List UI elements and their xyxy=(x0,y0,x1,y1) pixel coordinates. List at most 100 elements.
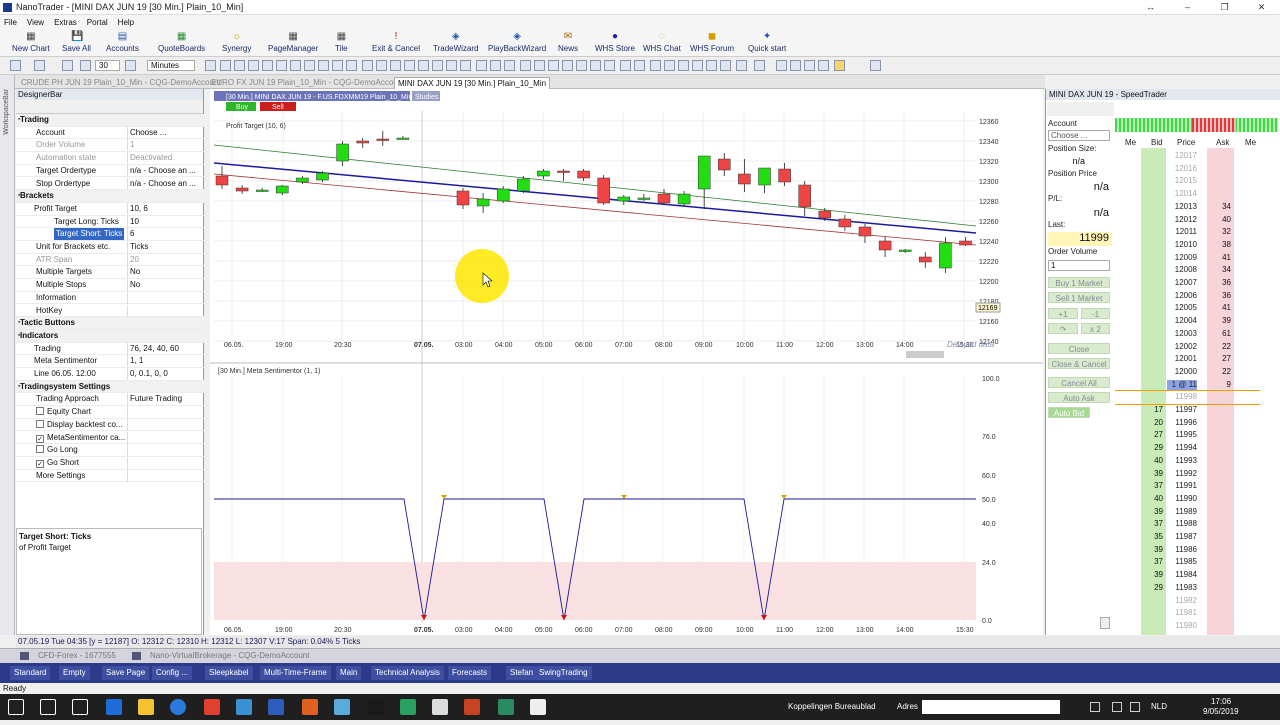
property-row-trading[interactable]: Trading 76, 24, 40, 60 xyxy=(16,342,204,356)
interval-value-field[interactable]: 30 xyxy=(95,60,120,71)
ladder-row[interactable]: 39 11986 xyxy=(1115,544,1280,557)
workspace-tab-swingtrading[interactable]: SwingTrading xyxy=(535,666,592,680)
taskbar-app-icon[interactable] xyxy=(302,699,318,715)
price-level[interactable]: 11989 xyxy=(1167,506,1197,519)
ladder-row[interactable]: 35 11987 xyxy=(1115,531,1280,544)
ladder-row[interactable]: 12013 34 xyxy=(1115,201,1280,214)
price-level[interactable]: 11985 xyxy=(1167,556,1197,569)
property-value[interactable]: Future Trading xyxy=(130,393,202,405)
property-row-tradingsystem-settings[interactable]: ▪ Tradingsystem Settings xyxy=(16,380,204,394)
property-row-multiple-targets[interactable]: Multiple Targets No xyxy=(16,266,204,280)
taskbar-app-icon[interactable] xyxy=(530,699,546,715)
toolbar-tool-icon[interactable] xyxy=(562,60,573,71)
property-value[interactable]: Deactivated xyxy=(130,152,202,164)
bid-size[interactable]: 39 xyxy=(1141,506,1163,519)
workspace-tab-main[interactable]: Main xyxy=(336,666,362,680)
x-2-button[interactable]: x 2 xyxy=(1081,323,1110,334)
property-row-meta-sentimentor[interactable]: Meta Sentimentor 1, 1 xyxy=(16,355,204,368)
property-value[interactable]: 20 xyxy=(130,254,202,266)
bid-size[interactable]: 39 xyxy=(1141,569,1163,582)
toolbar-tool-icon[interactable] xyxy=(590,60,601,71)
property-value[interactable]: Choose ... xyxy=(130,127,202,139)
taskbar-app-icon[interactable] xyxy=(432,699,448,715)
maximize-button[interactable]: ❐ xyxy=(1206,0,1243,15)
price-level[interactable]: 11984 xyxy=(1167,569,1197,582)
-button[interactable]: ↷ xyxy=(1048,323,1078,334)
price-level[interactable]: 11983 xyxy=(1167,582,1197,595)
price-level[interactable]: 12002 xyxy=(1167,341,1197,354)
toolbar-tool-icon[interactable] xyxy=(834,60,845,71)
whs-chat-button[interactable]: ◌ WHS Chat xyxy=(643,31,681,53)
toolbar-tool-icon[interactable] xyxy=(125,60,136,71)
tray-icon[interactable] xyxy=(1112,702,1122,712)
toolbar-tool-icon[interactable] xyxy=(870,60,881,71)
property-value[interactable]: 0, 0.1, 0, 0 xyxy=(130,368,202,380)
bid-size[interactable]: 39 xyxy=(1141,468,1163,481)
workspace-tab-config[interactable]: Config ... xyxy=(152,666,193,680)
ask-size[interactable]: 22 xyxy=(1207,341,1231,354)
ladder-row[interactable]: 12017 xyxy=(1115,150,1280,163)
property-row-unit-for-brackets-etc[interactable]: Unit for Brackets etc. Ticks xyxy=(16,241,204,254)
bid-size[interactable]: 40 xyxy=(1141,455,1163,468)
toolbar-tool-icon[interactable] xyxy=(706,60,717,71)
toolbar-tool-icon[interactable] xyxy=(650,60,661,71)
taskbar-app-icon[interactable] xyxy=(400,699,416,715)
property-row-brackets[interactable]: ▪ Brackets xyxy=(16,190,204,203)
ladder-row[interactable]: 12011 32 xyxy=(1115,226,1280,239)
property-row-atr-span[interactable]: ATR Span 20 xyxy=(16,253,204,267)
menu-portal[interactable]: Portal xyxy=(87,18,108,27)
price-level[interactable]: 11986 xyxy=(1167,544,1197,557)
toolbar-tool-icon[interactable] xyxy=(460,60,471,71)
ladder-row[interactable]: 37 11985 xyxy=(1115,556,1280,569)
toolbar-tool-icon[interactable] xyxy=(304,60,315,71)
toolbar-tool-icon[interactable] xyxy=(534,60,545,71)
property-row-go-short[interactable]: ✓ Go Short xyxy=(16,456,204,470)
save-all-button[interactable]: 💾 Save All xyxy=(62,31,91,53)
property-row-go-long[interactable]: Go Long xyxy=(16,444,204,457)
ladder-row[interactable]: 29 11994 xyxy=(1115,442,1280,455)
workspace-tab-technical-analysis[interactable]: Technical Analysis xyxy=(371,666,444,680)
document-tab-3[interactable]: MINI DAX JUN 19 [30 Min.] Plain_10_Min xyxy=(394,77,551,89)
ladder-row[interactable]: 17 11997 xyxy=(1115,404,1280,417)
taskbar-app-icon[interactable] xyxy=(334,699,350,715)
toolbar-tool-icon[interactable] xyxy=(634,60,645,71)
property-value[interactable]: 10, 6 xyxy=(130,203,202,215)
toolbar-tool-icon[interactable] xyxy=(678,60,689,71)
price-level[interactable]: 12005 xyxy=(1167,302,1197,315)
workspace-tab-stefan[interactable]: Stefan xyxy=(506,666,538,680)
property-row-target-long-ticks[interactable]: Target Long: Ticks 10 xyxy=(16,215,204,229)
property-row-target-short-ticks[interactable]: Target Short: Ticks 6 xyxy=(16,228,204,241)
ask-size[interactable]: 41 xyxy=(1207,302,1231,315)
property-row-trading-approach[interactable]: Trading Approach Future Trading xyxy=(16,393,204,407)
toolbar-tool-icon[interactable] xyxy=(362,60,373,71)
toolbar-tool-icon[interactable] xyxy=(790,60,801,71)
price-level[interactable]: 12003 xyxy=(1167,328,1197,341)
workspace-tab-empty[interactable]: Empty xyxy=(59,666,90,680)
ladder-row[interactable]: 37 11988 xyxy=(1115,518,1280,531)
close-cancel-button[interactable]: Close & Cancel xyxy=(1048,358,1110,369)
price-level[interactable]: 11990 xyxy=(1167,493,1197,506)
toolbar-tool-icon[interactable] xyxy=(576,60,587,71)
property-value[interactable]: n/a - Choose an ... xyxy=(130,165,202,177)
accounts-button[interactable]: ▤ Accounts xyxy=(106,31,139,53)
price-level[interactable]: 11996 xyxy=(1167,417,1197,430)
horizontal-scrollbar[interactable] xyxy=(906,351,944,358)
toolbar-tool-icon[interactable] xyxy=(276,60,287,71)
menu-file[interactable]: File xyxy=(4,18,17,27)
quick-start-button[interactable]: ✦ Quick start xyxy=(748,31,786,53)
whs-store-button[interactable]: ● WHS Store xyxy=(595,31,635,53)
toolbar-tool-icon[interactable] xyxy=(446,60,457,71)
new-chart-button[interactable]: ▦ New Chart xyxy=(12,31,50,53)
property-row-equity-chart[interactable]: Equity Chart xyxy=(16,406,204,419)
tray-icon[interactable] xyxy=(1090,702,1100,712)
tile-button[interactable]: ▦ Tile xyxy=(335,31,348,53)
ladder-row[interactable]: 12001 27 xyxy=(1115,353,1280,366)
interval-unit-select[interactable]: Minutes xyxy=(147,60,195,71)
ladder-row[interactable]: 11998 xyxy=(1115,391,1280,404)
price-level[interactable]: 11982 xyxy=(1167,595,1197,608)
close-button[interactable]: Close xyxy=(1048,343,1110,354)
workspace-tab-save-page[interactable]: Save Page xyxy=(102,666,150,680)
search-icon[interactable] xyxy=(40,699,56,715)
price-level[interactable]: 11994 xyxy=(1167,442,1197,455)
price-level[interactable]: 12008 xyxy=(1167,264,1197,277)
